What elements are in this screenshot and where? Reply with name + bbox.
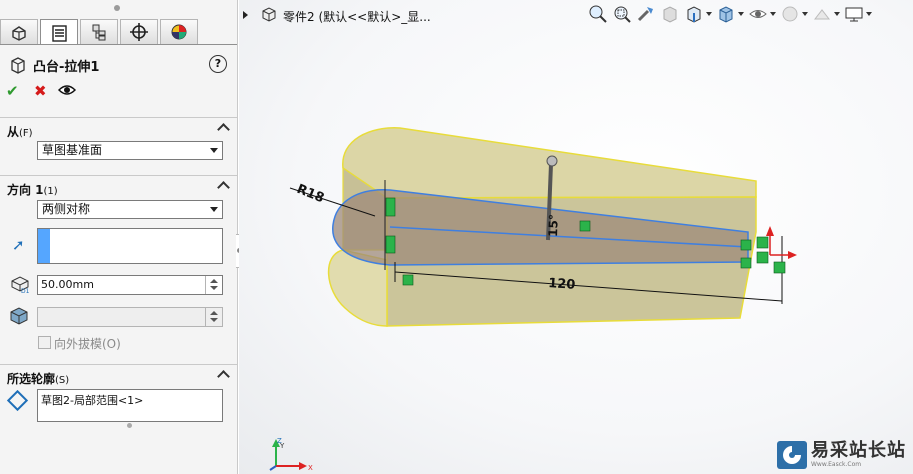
contour-icon [6,389,29,412]
tab-property-manager[interactable] [40,19,78,45]
svg-text:X: X [308,464,313,472]
section-selected-contours[interactable]: 所选轮廓(S) [0,364,237,387]
draft-outward-label: 向外拔模(O) [54,337,121,351]
scene-icon [813,9,831,20]
watermark-logo-icon [777,441,807,469]
view-orientation-button[interactable] [684,4,712,24]
zoom-to-fit-icon [589,5,607,23]
feature-tree-icon [12,26,26,41]
draft-outward-checkbox[interactable] [38,336,51,349]
section-direction-1[interactable]: 方向 1(1) [0,175,237,198]
model-viewport[interactable]: R18 120 15° [239,0,913,474]
watermark: 易采站长站 Www.Easck.Com [777,441,906,469]
view-settings-button[interactable] [844,4,872,24]
previous-view-icon [637,7,653,22]
zoom-to-area-button[interactable] [612,4,632,24]
section-from[interactable]: 从(F) [0,117,237,140]
document-title[interactable]: 零件2 (默认<<默认>_显... [283,8,431,25]
panel-grip[interactable] [114,5,120,11]
tab-feature-manager[interactable] [0,19,38,44]
manager-tabs [0,19,200,45]
heads-up-toolbar [588,4,876,24]
appearance-icon [171,24,187,40]
start-condition-select[interactable]: 草图基准面 [37,141,223,160]
svg-text:D1: D1 [21,288,30,294]
tab-dimxpert-manager[interactable] [120,19,158,44]
chevron-down-icon [210,148,218,153]
contour-item[interactable]: 草图2-局部范围<1> [41,394,143,407]
previous-view-button[interactable] [636,4,656,24]
reference-triad[interactable]: Z Y X [266,436,316,472]
graphics-area[interactable]: R18 120 15° [239,0,913,474]
depth-value: 50.00mm [41,278,94,291]
section-view-icon [663,6,677,23]
target-icon [130,23,148,41]
boss-extrude-icon [11,57,25,74]
start-condition-value: 草图基准面 [42,143,103,157]
collapse-chevron-icon[interactable] [217,123,230,136]
hide-show-items-button[interactable] [748,4,776,24]
chevron-down-icon [210,207,218,212]
depth-stepper[interactable] [205,276,222,294]
resize-handle[interactable] [127,423,132,428]
property-manager-panel: 凸台-拉伸1 ? ✔ ✖ 从(F) 草图基准面 方向 1(1) 两侧对称 ➚ D… [0,0,238,474]
section-from-label: 从(F) [7,125,33,139]
draft-icon[interactable] [8,306,30,326]
apply-scene-button[interactable] [812,4,840,24]
draft-stepper[interactable] [205,308,222,326]
watermark-text: 易采站长站 [811,440,906,461]
end-condition-select[interactable]: 两侧对称 [37,200,223,219]
part-icon [262,7,276,22]
angle-dimension[interactable]: 15° [546,214,561,237]
collapse-chevron-icon[interactable] [217,181,230,194]
ok-button[interactable]: ✔ [6,82,19,100]
tree-expand-icon[interactable] [243,11,248,19]
section-direction-label: 方向 1(1) [7,183,58,197]
tab-configuration-manager[interactable] [80,19,118,44]
edit-appearance-button[interactable] [780,4,808,24]
display-style-button[interactable] [716,4,744,24]
appearance-sphere-icon [782,6,798,22]
section-view-button[interactable] [660,4,680,24]
depth-input[interactable]: 50.00mm [37,275,223,295]
help-icon[interactable]: ? [209,55,227,73]
preview-eye-icon[interactable] [58,84,76,96]
selection-highlight [38,229,50,263]
section-contours-label: 所选轮廓(S) [7,372,70,386]
direction-arrow-icon[interactable]: ➚ [12,236,25,254]
tab-divider [0,44,237,45]
svg-text:Y: Y [279,442,285,450]
zoom-to-area-icon [614,6,631,23]
eye-icon [749,10,767,18]
zoom-to-fit-button[interactable] [588,4,608,24]
tab-display-manager[interactable] [160,19,198,44]
configuration-icon [92,24,106,41]
collapse-chevron-icon[interactable] [217,370,230,383]
watermark-subtext: Www.Easck.Com [811,461,862,468]
end-condition-value: 两侧对称 [42,202,91,216]
cancel-button[interactable]: ✖ [34,82,47,100]
direction-selection-box[interactable] [37,228,223,264]
feature-title: 凸台-拉伸1 [33,60,100,75]
view-orientation-icon [687,6,701,23]
length-dimension[interactable]: 120 [548,276,576,293]
property-manager-icon [52,24,67,42]
radius-dimension[interactable]: R18 [295,182,327,206]
display-style-icon [719,6,733,23]
draft-angle-input[interactable] [37,307,223,327]
monitor-icon [845,7,863,22]
depth-icon: D1 [11,276,30,294]
contour-selection-box[interactable]: 草图2-局部范围<1> [37,389,223,422]
